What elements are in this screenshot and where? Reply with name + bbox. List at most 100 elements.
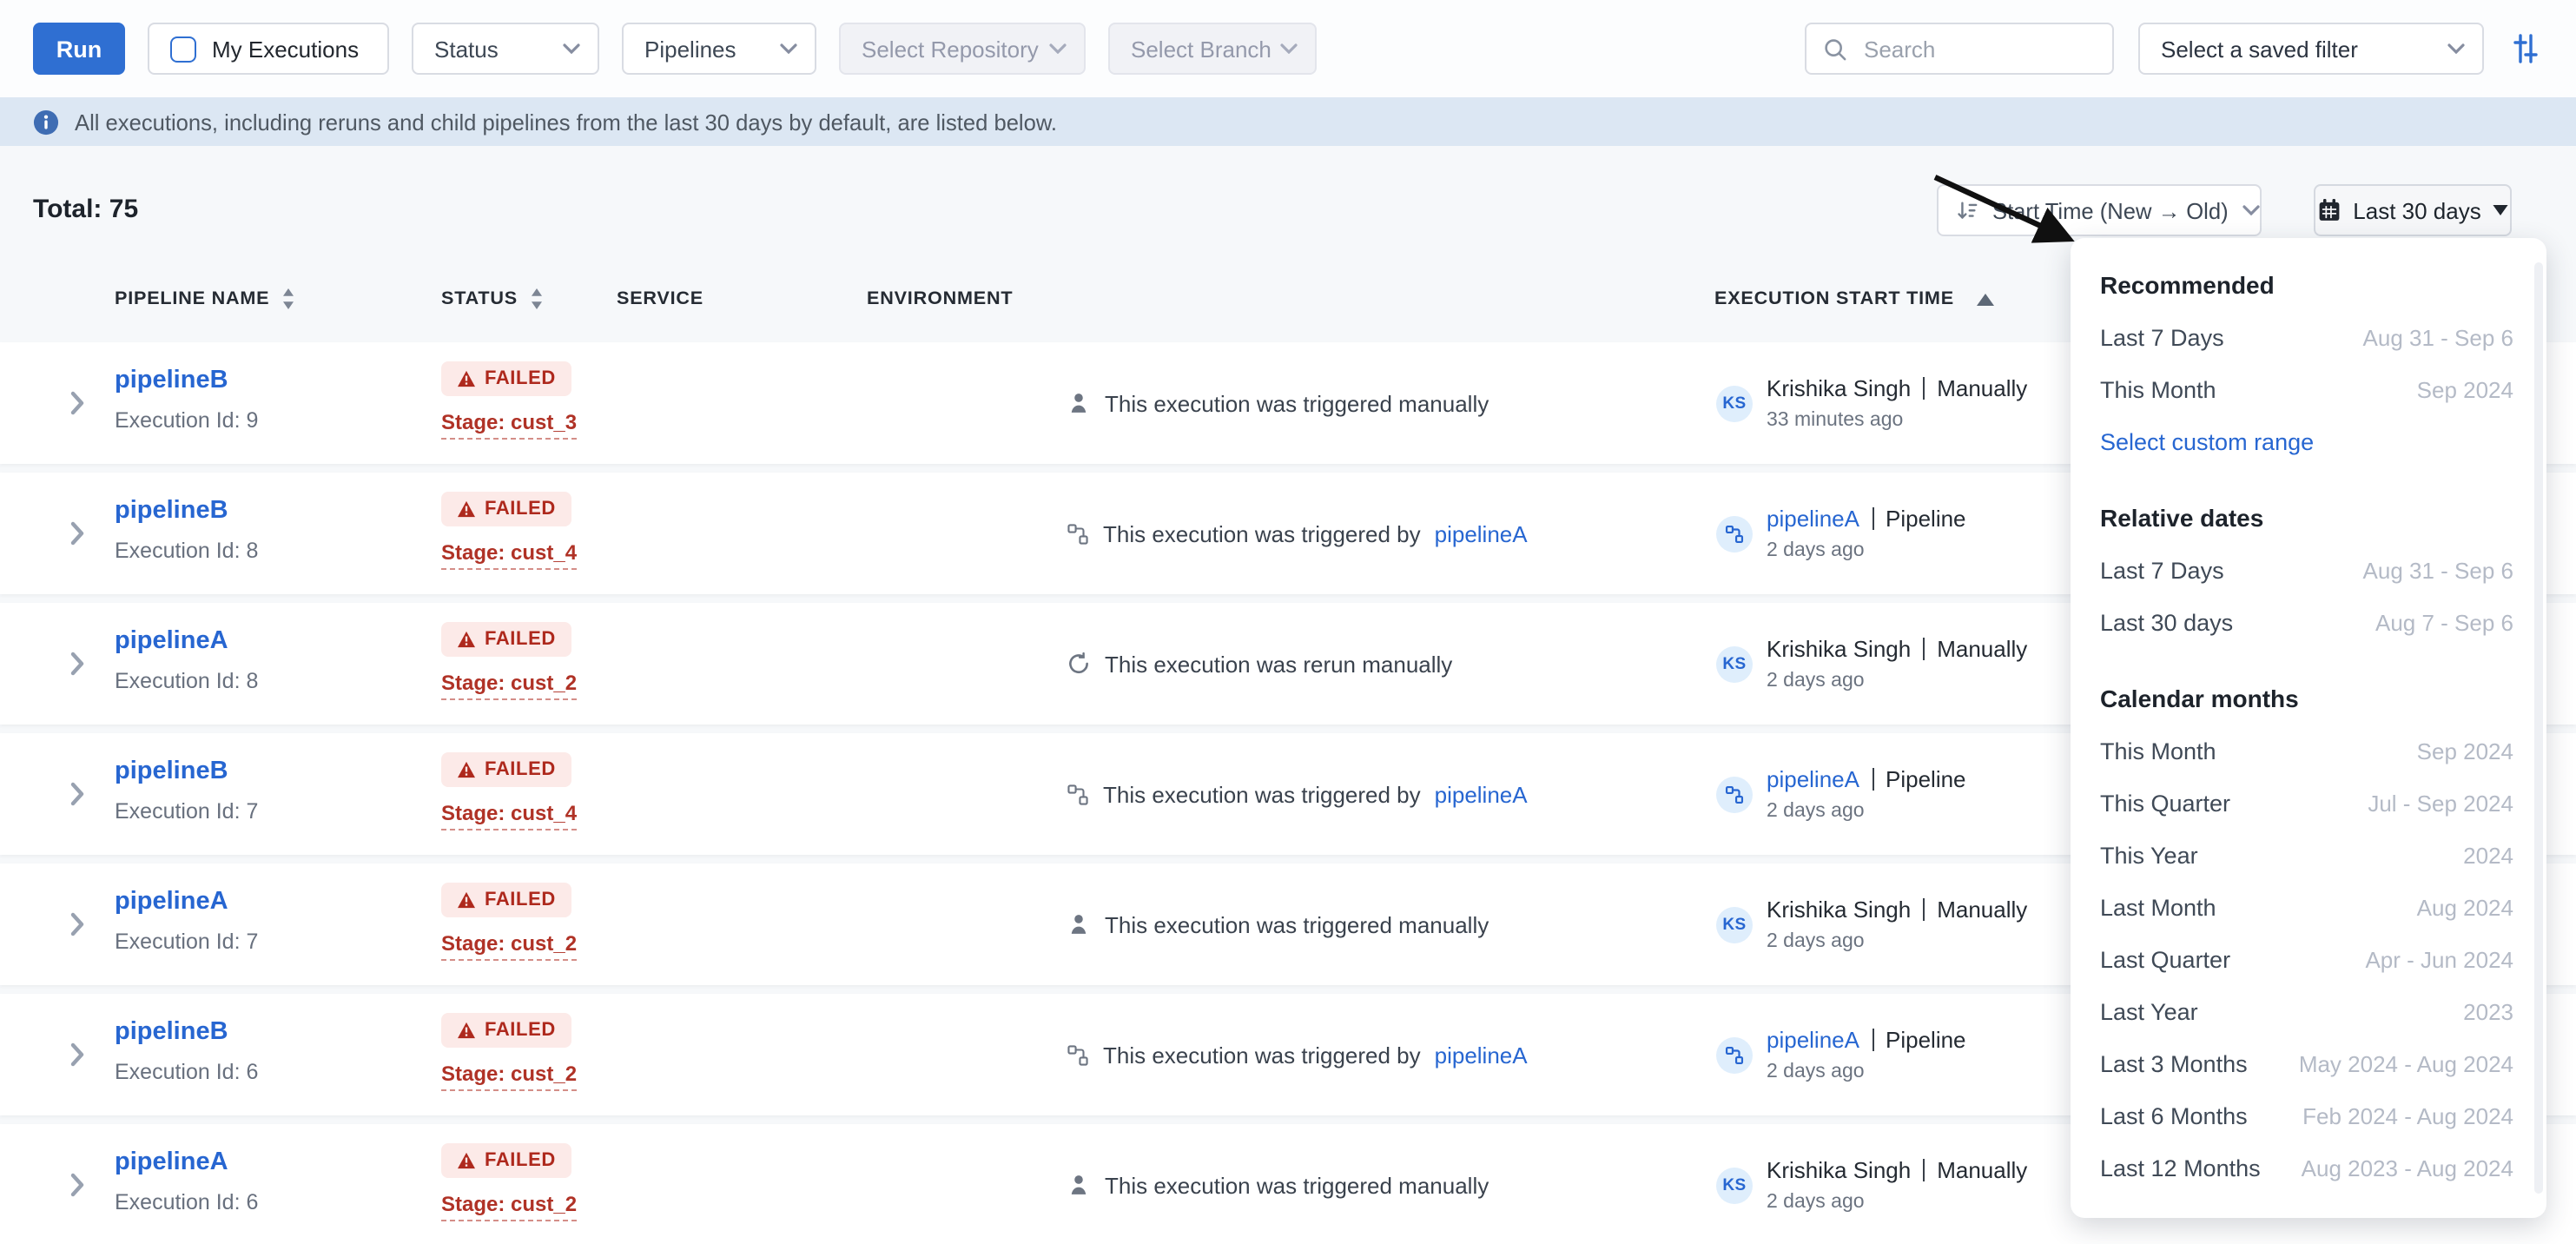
pipeline-icon: [1067, 783, 1089, 805]
header-pipeline-name[interactable]: PIPELINE NAME: [115, 288, 295, 309]
pipeline-name-link[interactable]: pipelineB: [115, 1018, 228, 1046]
row-expand-chevron[interactable]: [69, 521, 85, 546]
menu-item[interactable]: Last 12 Months Aug 2023 - Aug 2024: [2071, 1141, 2546, 1194]
failed-stage-link[interactable]: Stage: cust_2: [441, 671, 577, 700]
executions-page: Run My Executions Status Pipelines Selec…: [0, 0, 2576, 1244]
search-input[interactable]: [1860, 34, 2095, 63]
menu-item[interactable]: Last 6 Months Feb 2024 - Aug 2024: [2071, 1089, 2546, 1141]
warning-triangle-icon: [457, 761, 476, 778]
caret-down-icon: [2493, 205, 2509, 215]
status-badge[interactable]: FAILED: [441, 1013, 571, 1048]
menu-item[interactable]: This Month Sep 2024: [2071, 363, 2546, 415]
trigger-message: This execution was triggered manually: [1105, 390, 1489, 416]
pipeline-name-link[interactable]: pipelineB: [115, 367, 228, 394]
pipelines-filter-dropdown[interactable]: Pipelines: [622, 23, 816, 75]
search-icon: [1824, 37, 1846, 60]
relative-time: 2 days ago: [1767, 1062, 1966, 1082]
failed-stage-link[interactable]: Stage: cust_3: [441, 410, 577, 440]
trigger-pipeline-link[interactable]: pipelineA: [1435, 520, 1528, 546]
my-executions-checkbox[interactable]: [170, 36, 196, 62]
info-icon: [33, 109, 59, 135]
filter-settings-icon[interactable]: [2508, 31, 2543, 66]
pipeline-name-link[interactable]: pipelineB: [115, 497, 228, 525]
status-badge[interactable]: FAILED: [441, 361, 571, 396]
failed-stage-link[interactable]: Stage: cust_4: [441, 801, 577, 830]
chevron-down-icon: [563, 43, 580, 54]
pipeline-name-link[interactable]: pipelineA: [115, 627, 228, 655]
divider: [1923, 638, 1925, 660]
header-execution-start-time[interactable]: EXECUTION START TIME: [1714, 288, 1994, 309]
menu-section-recommended: Recommended Last 7 Days Aug 31 - Sep 6 T…: [2071, 259, 2546, 467]
actor-pipeline-link[interactable]: pipelineA: [1767, 766, 1859, 792]
status-badge[interactable]: FAILED: [441, 622, 571, 657]
run-button[interactable]: Run: [33, 23, 125, 75]
execution-id: Execution Id: 7: [115, 799, 258, 824]
pipeline-name-link[interactable]: pipelineB: [115, 758, 228, 785]
menu-item[interactable]: Last Month Aug 2024: [2071, 881, 2546, 933]
relative-time: 2 days ago: [1767, 1192, 2027, 1213]
menu-item[interactable]: Last Quarter Apr - Jun 2024: [2071, 933, 2546, 985]
chevron-down-icon: [2242, 205, 2260, 215]
status-badge[interactable]: FAILED: [441, 752, 571, 787]
avatar: KS: [1716, 906, 1753, 943]
header-status[interactable]: STATUS: [441, 288, 544, 309]
trigger-message: This execution was triggered by: [1103, 781, 1421, 807]
actor-pipeline-link[interactable]: pipelineA: [1767, 506, 1859, 532]
search-box[interactable]: [1805, 23, 2114, 75]
menu-item[interactable]: Last 7 Days Aug 31 - Sep 6: [2071, 544, 2546, 596]
chevron-down-icon: [1280, 43, 1298, 54]
menu-item[interactable]: This Month Sep 2024: [2071, 725, 2546, 777]
status-badge[interactable]: FAILED: [441, 492, 571, 526]
warning-triangle-icon: [457, 1152, 476, 1169]
trigger-pipeline-link[interactable]: pipelineA: [1435, 1042, 1528, 1068]
date-range-button[interactable]: Last 30 days: [2314, 184, 2512, 236]
status-badge[interactable]: FAILED: [441, 883, 571, 917]
sort-arrows-icon[interactable]: [530, 288, 544, 309]
relative-time: 2 days ago: [1767, 540, 1966, 561]
divider: [1872, 1029, 1873, 1051]
select-custom-range-link[interactable]: Select custom range: [2071, 415, 2546, 467]
row-expand-chevron[interactable]: [69, 782, 85, 806]
menu-section-title: Recommended: [2071, 259, 2546, 311]
menu-item[interactable]: Last 7 Days Aug 31 - Sep 6: [2071, 311, 2546, 363]
row-expand-chevron[interactable]: [69, 652, 85, 676]
menu-item[interactable]: Last Year 2023: [2071, 985, 2546, 1037]
total-count: Total: 75: [33, 195, 138, 224]
pipeline-icon: [1067, 522, 1089, 545]
failed-stage-link[interactable]: Stage: cust_4: [441, 540, 577, 570]
menu-section-relative-dates: Relative dates Last 7 Days Aug 31 - Sep …: [2071, 492, 2546, 648]
row-expand-chevron[interactable]: [69, 912, 85, 936]
status-badge[interactable]: FAILED: [441, 1143, 571, 1178]
pipeline-name-link[interactable]: pipelineA: [115, 888, 228, 916]
failed-stage-link[interactable]: Stage: cust_2: [441, 931, 577, 961]
saved-filter-dropdown[interactable]: Select a saved filter: [2138, 23, 2484, 75]
actor-pipeline-link[interactable]: pipelineA: [1767, 1027, 1859, 1053]
trigger-message: This execution was triggered by: [1103, 1042, 1421, 1068]
sort-ascending-icon: [1977, 293, 1994, 305]
status-filter-dropdown[interactable]: Status: [412, 23, 599, 75]
trigger-pipeline-link[interactable]: pipelineA: [1435, 781, 1528, 807]
pipeline-avatar: [1716, 515, 1753, 552]
chevron-down-icon: [780, 43, 797, 54]
pipeline-name-link[interactable]: pipelineA: [115, 1148, 228, 1176]
select-branch-dropdown[interactable]: Select Branch: [1108, 23, 1317, 75]
sort-arrows-icon[interactable]: [281, 288, 295, 309]
row-expand-chevron[interactable]: [69, 1042, 85, 1067]
pipeline-icon: [1725, 1045, 1744, 1064]
row-expand-chevron[interactable]: [69, 391, 85, 415]
select-repository-dropdown[interactable]: Select Repository: [839, 23, 1086, 75]
menu-item[interactable]: This Quarter Jul - Sep 2024: [2071, 777, 2546, 829]
menu-item[interactable]: Last 3 Months May 2024 - Aug 2024: [2071, 1037, 2546, 1089]
menu-scrollbar[interactable]: [2534, 262, 2543, 1194]
warning-triangle-icon: [457, 370, 476, 387]
row-expand-chevron[interactable]: [69, 1173, 85, 1197]
menu-item[interactable]: Last 30 days Aug 7 - Sep 6: [2071, 596, 2546, 648]
header-service: SERVICE: [617, 288, 703, 309]
sort-dropdown[interactable]: Start Time (New → Old): [1937, 184, 2262, 236]
failed-stage-link[interactable]: Stage: cust_2: [441, 1062, 577, 1091]
menu-item[interactable]: This Year 2024: [2071, 829, 2546, 881]
relative-time: 2 days ago: [1767, 931, 2027, 952]
pipeline-avatar: [1716, 776, 1753, 812]
my-executions-toggle[interactable]: My Executions: [148, 23, 389, 75]
failed-stage-link[interactable]: Stage: cust_2: [441, 1192, 577, 1221]
